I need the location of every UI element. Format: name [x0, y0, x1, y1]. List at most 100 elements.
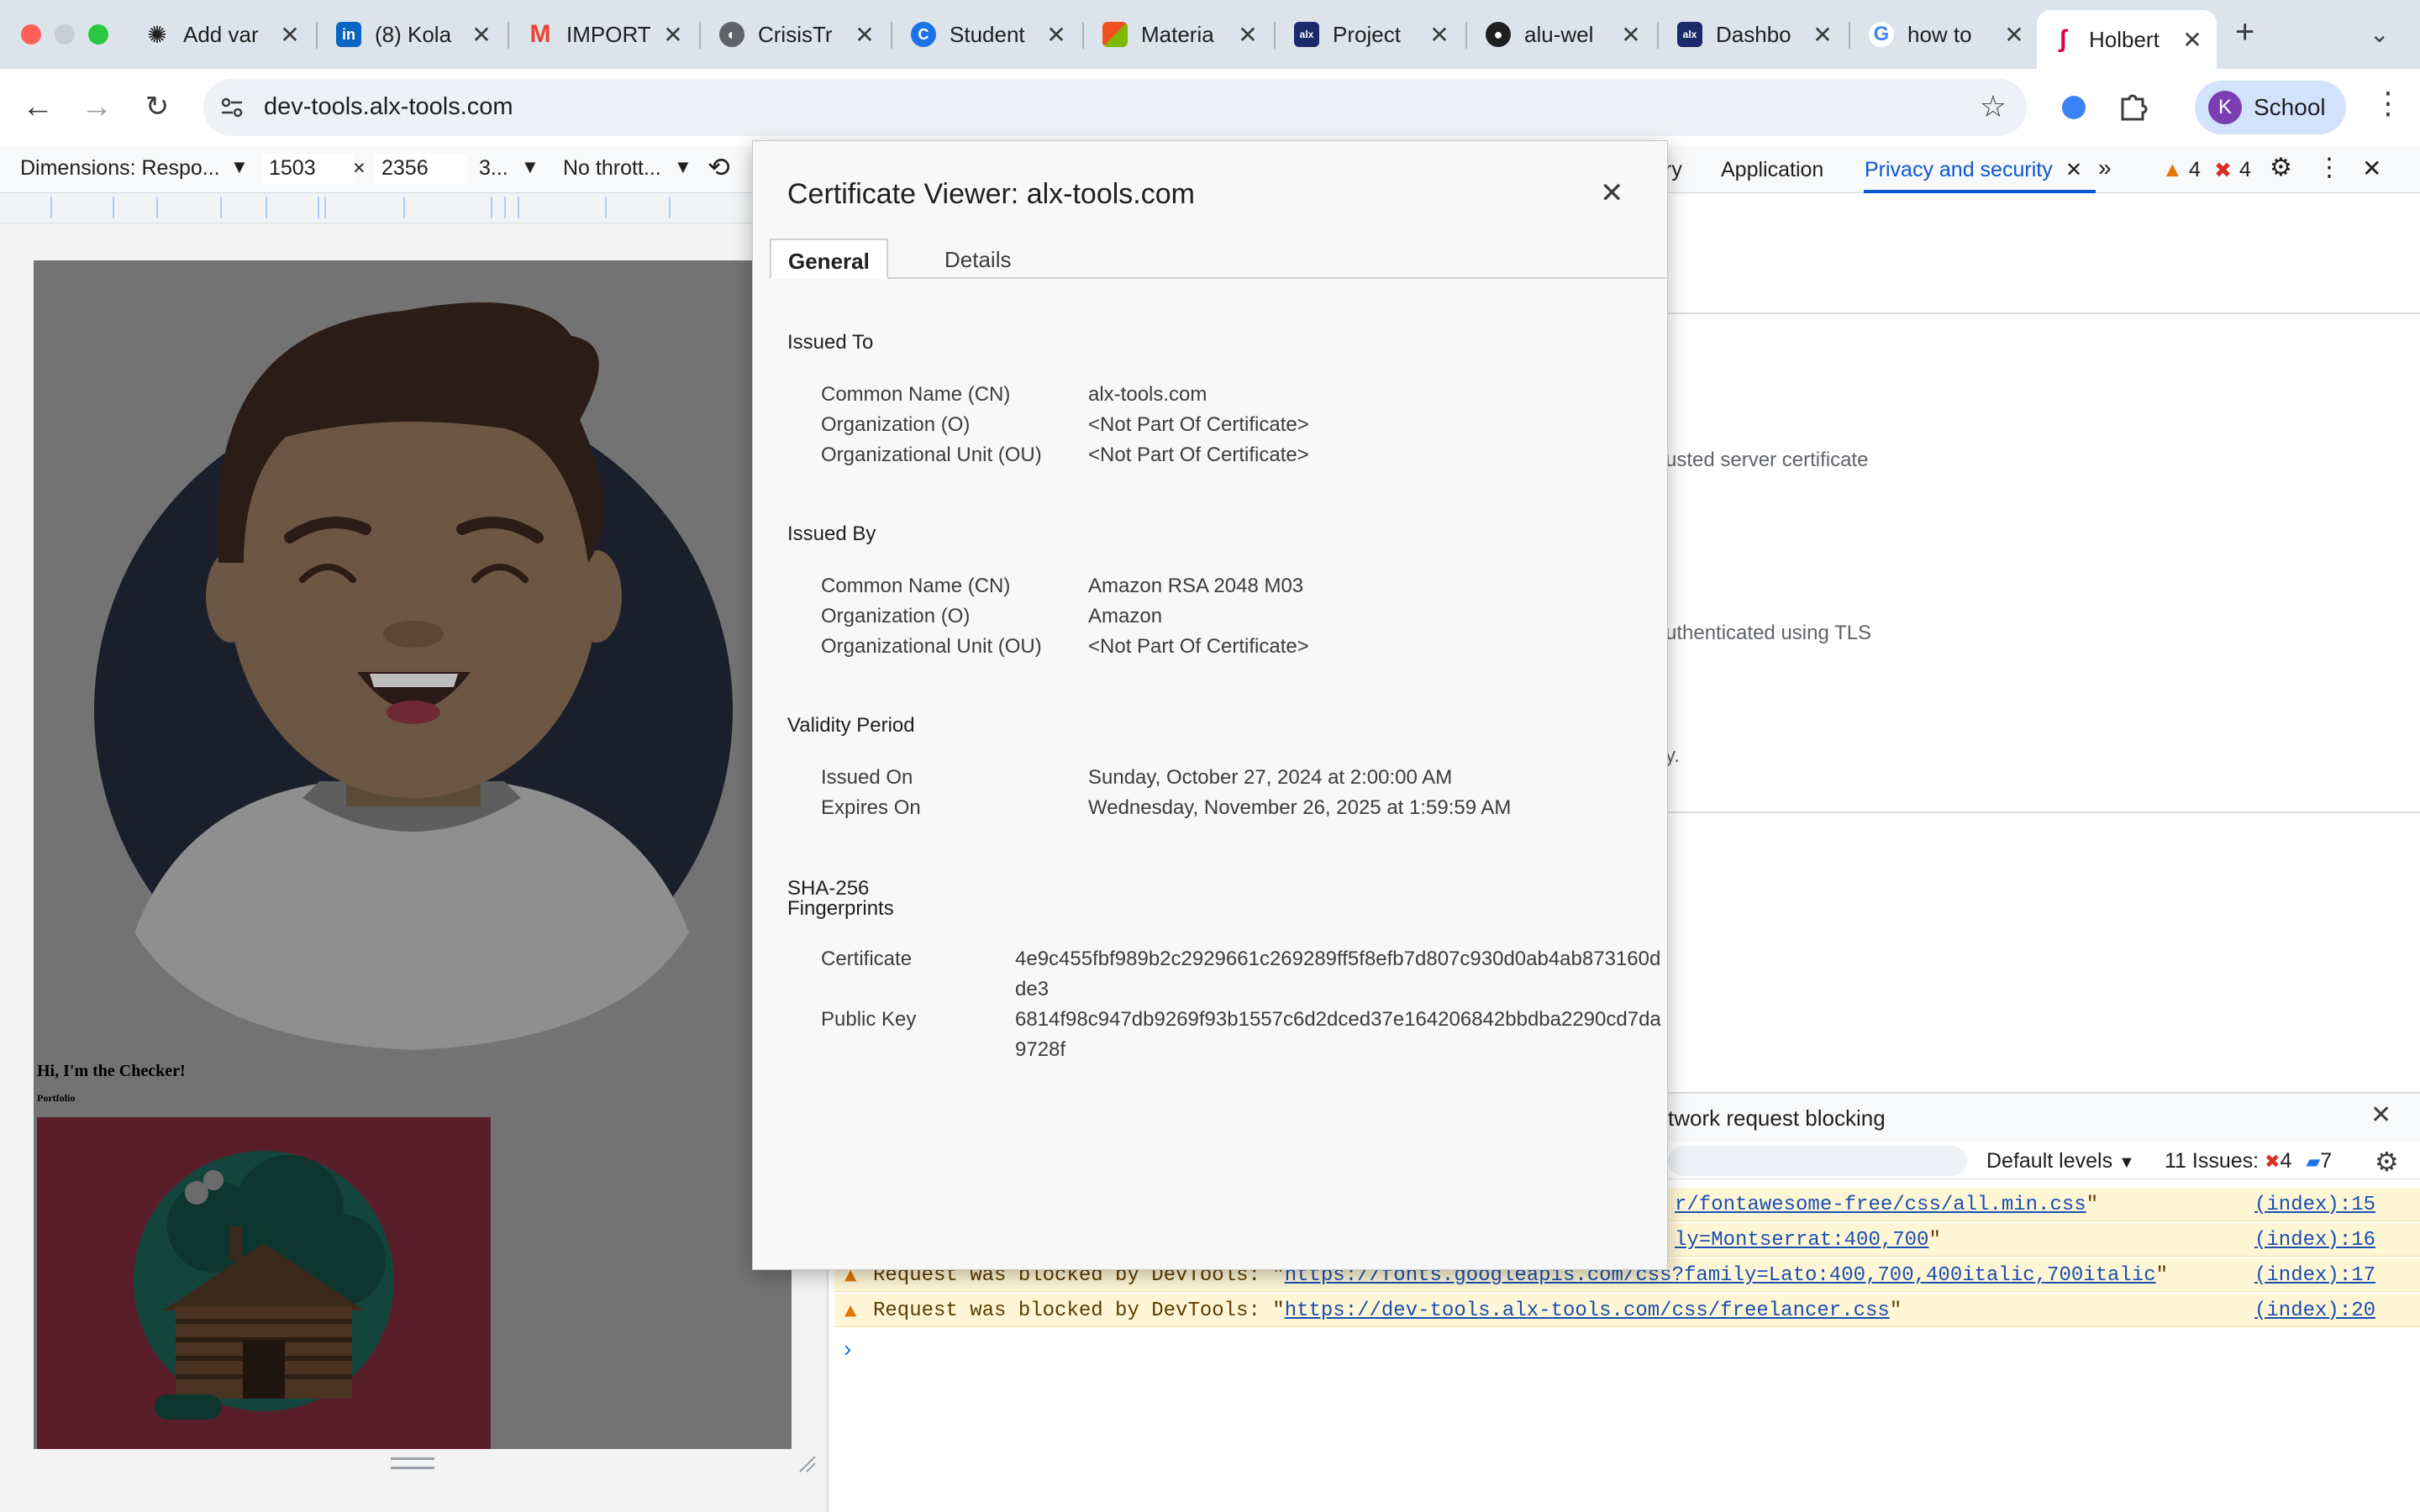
error-icon: ✖ [2214, 159, 2232, 182]
alx-icon: alx [1677, 22, 1702, 47]
issues-counter[interactable]: 11 Issues: ✖4 ▰7 [2165, 1149, 2332, 1173]
dpr-select[interactable]: 3... [479, 156, 508, 181]
browser-tab[interactable]: ◐ CrisisTr ✕ [706, 10, 889, 59]
field-label: Organizational Unit (OU) [821, 635, 1042, 658]
field-label: Organization (O) [821, 605, 971, 627]
browser-tab[interactable]: M IMPORT ✕ [514, 10, 697, 59]
reload-icon[interactable]: ↻ [136, 86, 178, 128]
globe-icon: ◐ [719, 22, 744, 47]
security-line: usted server certificate [1665, 449, 1869, 471]
tab-details[interactable]: Details [928, 239, 1028, 279]
browser-tab-active[interactable]: ʃ Holbert ✕ [2037, 10, 2217, 69]
browser-tab[interactable]: in (8) Kola ✕ [323, 10, 506, 59]
viewport-resize-handle[interactable] [391, 1457, 434, 1469]
profile-button[interactable]: K School [2195, 81, 2346, 134]
extensions-puzzle-icon[interactable] [2118, 91, 2149, 123]
close-tab-icon[interactable]: ✕ [1618, 21, 1644, 49]
new-tab-button[interactable]: + [2235, 13, 2254, 51]
tab-application[interactable]: Application [1721, 158, 1823, 182]
field-label: Public Key [821, 1008, 917, 1031]
settings-gear-icon[interactable]: ⚙ [2270, 153, 2292, 182]
close-tab-icon[interactable]: ✕ [469, 21, 494, 49]
tab-search-chevron-icon[interactable]: ⌄ [2370, 20, 2389, 48]
more-tabs-icon[interactable]: » [2098, 155, 2112, 181]
url-text[interactable]: dev-tools.alx-tools.com [264, 93, 513, 121]
source-link[interactable]: (index):17 [2254, 1264, 2375, 1287]
browser-menu-icon[interactable]: ⋮ [2373, 86, 2403, 121]
bookmark-star-icon[interactable]: ☆ [1980, 89, 2007, 124]
error-count[interactable]: 4 [2239, 158, 2251, 182]
browser-tab[interactable]: ✺ Add var ✕ [131, 10, 314, 59]
back-arrow-icon[interactable]: ← [17, 86, 59, 128]
browser-tab[interactable]: alx Dashbo ✕ [1664, 10, 1847, 59]
close-tab-icon[interactable]: ✕ [1044, 21, 1069, 49]
chevron-down-icon[interactable]: ▼ [230, 156, 249, 178]
minimize-window-button[interactable] [55, 24, 75, 45]
field-value: 4e9c455fbf989b2c2929661c269289ff5f8efb7d… [1015, 948, 1661, 1000]
field-value: <Not Part Of Certificate> [1088, 635, 1309, 658]
extension-icon[interactable] [2062, 96, 2086, 119]
holberton-icon: ʃ [2059, 25, 2067, 53]
portfolio-item[interactable] [37, 1117, 491, 1449]
close-tab-icon[interactable]: ✕ [277, 21, 302, 49]
close-tab-icon[interactable]: ✕ [2180, 26, 2205, 54]
maximize-window-button[interactable] [88, 24, 108, 45]
error-icon: ✖ [2265, 1151, 2281, 1172]
close-tab-icon[interactable]: ✕ [2002, 21, 2027, 49]
warning-count[interactable]: 4 [2189, 158, 2201, 182]
close-tab-icon[interactable]: ✕ [1810, 21, 1835, 49]
close-icon[interactable]: ✕ [1600, 176, 1624, 210]
browser-tab[interactable]: Materia ✕ [1089, 10, 1272, 59]
close-drawer-icon[interactable]: ✕ [2370, 1100, 2391, 1130]
browser-tab[interactable]: C Student ✕ [897, 10, 1081, 59]
field-label: Certificate [821, 948, 913, 970]
chevron-down-icon[interactable]: ▼ [674, 156, 692, 178]
source-link[interactable]: (index):15 [2254, 1194, 2375, 1216]
browser-tab[interactable]: G how to ✕ [1855, 10, 2039, 59]
security-line: uthenticated using TLS [1665, 622, 1872, 644]
dimensions-select[interactable]: Dimensions: Respo... [20, 156, 220, 181]
rotate-icon[interactable]: ⟲ [708, 151, 730, 183]
throttle-select[interactable]: No thrott... [563, 156, 661, 181]
close-tab-icon[interactable]: ✕ [852, 21, 877, 49]
field-value: Wednesday, November 26, 2025 at 1:59:59 … [1088, 796, 1512, 819]
issues-label: 11 Issues: [2165, 1149, 2260, 1173]
console-link[interactable]: ly=Montserrat:400,700 [1675, 1229, 1928, 1252]
console-settings-gear-icon[interactable]: ⚙ [2375, 1146, 2399, 1178]
browser-tab[interactable]: ● alu-wel ✕ [1472, 10, 1655, 59]
close-tab-icon[interactable]: ✕ [1235, 21, 1260, 49]
chevron-down-icon[interactable]: ▼ [521, 156, 539, 178]
console-prompt[interactable]: › [844, 1336, 851, 1362]
tab-general[interactable]: General [770, 239, 888, 279]
log-levels-select[interactable]: Default levels ▼ [1986, 1149, 2135, 1173]
console-filter-input[interactable] [1668, 1146, 1967, 1176]
browser-tab[interactable]: alx Project ✕ [1281, 10, 1464, 59]
address-bar[interactable]: dev-tools.alx-tools.com ☆ [203, 79, 2027, 136]
devtools-menu-icon[interactable]: ⋮ [2317, 153, 2342, 182]
tab-privacy-security[interactable]: Privacy and security [1865, 158, 2053, 182]
drawer-title[interactable]: twork request blocking [1668, 1105, 1886, 1131]
media-query-ruler[interactable] [0, 193, 828, 223]
tab-title: CrisisTr [758, 21, 833, 47]
openai-icon: ✺ [147, 21, 167, 48]
close-window-button[interactable] [21, 24, 41, 45]
section-heading: Issued To [787, 331, 874, 354]
site-settings-icon[interactable] [218, 94, 245, 121]
width-input[interactable]: 1503 [262, 154, 355, 184]
field-value: alx-tools.com [1088, 383, 1207, 406]
height-input[interactable]: 2356 [375, 154, 467, 184]
close-tab-icon[interactable]: ✕ [660, 21, 686, 49]
close-devtools-icon[interactable]: ✕ [2362, 155, 2381, 182]
close-tab-icon[interactable]: ✕ [1427, 21, 1452, 49]
source-link[interactable]: (index):16 [2254, 1229, 2375, 1252]
source-link[interactable]: (index):20 [2254, 1299, 2375, 1322]
console-link[interactable]: r/fontawesome-free/css/all.min.css [1675, 1194, 2086, 1216]
console-link[interactable]: https://dev-tools.alx-tools.com/css/free… [1285, 1299, 1890, 1322]
tab-title: Materia [1141, 21, 1214, 47]
tab-title: how to [1907, 21, 1972, 47]
resize-corner-icon[interactable] [797, 1453, 817, 1473]
field-value: 6814f98c947db9269f93b1557c6d2dced37e1642… [1015, 1008, 1661, 1061]
close-tab-icon[interactable]: ✕ [2065, 158, 2082, 182]
forward-arrow-icon[interactable]: → [76, 86, 118, 128]
page-viewport[interactable]: Hi, I'm the Checker! Portfolio [34, 260, 792, 1449]
